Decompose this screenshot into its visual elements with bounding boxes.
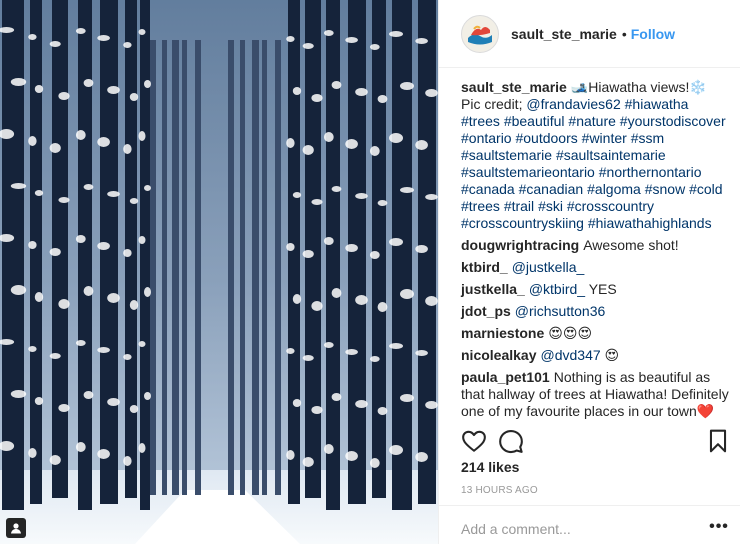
comment-item: justkella_ @ktbird_ YES bbox=[461, 281, 729, 298]
hashtag-link[interactable]: #ssm bbox=[631, 130, 664, 146]
mention-link[interactable]: @ktbird_ bbox=[529, 281, 585, 297]
comment-text: 😍😍😍 bbox=[548, 325, 593, 341]
likes-count[interactable]: 214 likes bbox=[461, 459, 519, 475]
comment-text: 😍 bbox=[600, 347, 620, 363]
post-photo[interactable] bbox=[0, 0, 438, 544]
hashtag-link[interactable]: #trees bbox=[461, 198, 500, 214]
user-tag-icon[interactable] bbox=[6, 518, 26, 538]
separator-dot: • bbox=[621, 25, 627, 42]
hashtag-link[interactable]: #yourstodiscover bbox=[620, 113, 726, 129]
comment-username[interactable]: nicolealkay bbox=[461, 347, 537, 363]
hashtag-link[interactable]: #crosscountryskiing bbox=[461, 215, 584, 231]
action-bar bbox=[461, 428, 729, 454]
comment-text: YES bbox=[585, 281, 617, 297]
comment-item: jdot_ps @richsutton36 bbox=[461, 303, 729, 320]
mention-link[interactable]: @justkella_ bbox=[512, 259, 585, 275]
mention-link[interactable]: @dvd347 bbox=[541, 347, 601, 363]
hashtag-link[interactable]: #crosscountry bbox=[567, 198, 654, 214]
comment-item: sault_ste_marie 🎿Hiawatha views!❄️ Pic cr… bbox=[461, 79, 729, 232]
hashtag-link[interactable]: #outdoors bbox=[515, 130, 577, 146]
hashtag-link[interactable]: #canadian bbox=[519, 181, 584, 197]
hashtag-link[interactable]: #trail bbox=[504, 198, 534, 214]
hashtag-link[interactable]: #algoma bbox=[587, 181, 641, 197]
comment-item: marniestone 😍😍😍 bbox=[461, 325, 729, 342]
comment-text: Awesome shot! bbox=[583, 237, 679, 253]
hashtag-link[interactable]: #saultstemarie bbox=[461, 147, 552, 163]
comment-item: ktbird_ @justkella_ bbox=[461, 259, 729, 276]
hashtag-link[interactable]: #canada bbox=[461, 181, 515, 197]
mention-link[interactable]: @richsutton36 bbox=[515, 303, 605, 319]
hashtag-link[interactable]: #saultsaintemarie bbox=[556, 147, 666, 163]
heart-icon[interactable] bbox=[461, 428, 487, 454]
avatar[interactable] bbox=[461, 14, 499, 53]
hashtag-link[interactable]: #cold bbox=[689, 181, 722, 197]
comment-item: nicolealkay @dvd347 😍 bbox=[461, 347, 729, 364]
hashtag-link[interactable]: #snow bbox=[645, 181, 685, 197]
comment-username[interactable]: marniestone bbox=[461, 325, 544, 341]
post-sidebar: sault_ste_marie • Follow sault_ste_marie… bbox=[438, 0, 740, 544]
hashtag-link[interactable]: #beautiful bbox=[504, 113, 565, 129]
hashtag-link[interactable]: #winter bbox=[582, 130, 627, 146]
hashtag-link[interactable]: #trees bbox=[461, 113, 500, 129]
hashtag-link[interactable]: #hiawatha bbox=[625, 96, 689, 112]
hashtag-link[interactable]: #hiawathahighlands bbox=[588, 215, 712, 231]
comment-username[interactable]: justkella_ bbox=[461, 281, 525, 297]
comment-username[interactable]: ktbird_ bbox=[461, 259, 508, 275]
comment-username[interactable]: paula_pet101 bbox=[461, 369, 550, 385]
add-comment-input[interactable]: Add a comment... bbox=[461, 521, 571, 537]
hashtag-link[interactable]: #nature bbox=[568, 113, 615, 129]
comment-username[interactable]: jdot_ps bbox=[461, 303, 511, 319]
hashtag-link[interactable]: #ski bbox=[538, 198, 563, 214]
more-options-icon[interactable]: ••• bbox=[709, 518, 729, 538]
post-timestamp[interactable]: 13 HOURS AGO bbox=[461, 485, 538, 496]
comments-list: sault_ste_marie 🎿Hiawatha views!❄️ Pic cr… bbox=[461, 79, 729, 425]
hashtag-link[interactable]: #saultstemarieontario bbox=[461, 164, 595, 180]
hashtag-link[interactable]: #northernontario bbox=[599, 164, 702, 180]
header-username[interactable]: sault_ste_marie bbox=[511, 26, 617, 42]
comment-username[interactable]: dougwrightracing bbox=[461, 237, 579, 253]
comment-item: paula_pet101 Nothing is as beautiful as t… bbox=[461, 369, 729, 420]
post-header: sault_ste_marie • Follow bbox=[439, 0, 740, 68]
follow-button[interactable]: Follow bbox=[631, 26, 675, 42]
comment-icon[interactable] bbox=[498, 428, 524, 454]
hashtag-link[interactable]: #ontario bbox=[461, 130, 512, 146]
divider bbox=[439, 505, 740, 506]
comment-item: dougwrightracing Awesome shot! bbox=[461, 237, 729, 254]
bookmark-icon[interactable] bbox=[705, 428, 731, 454]
mention-link[interactable]: @frandavies62 bbox=[526, 96, 620, 112]
comment-username[interactable]: sault_ste_marie bbox=[461, 79, 567, 95]
snowy-forest-image bbox=[0, 0, 438, 544]
